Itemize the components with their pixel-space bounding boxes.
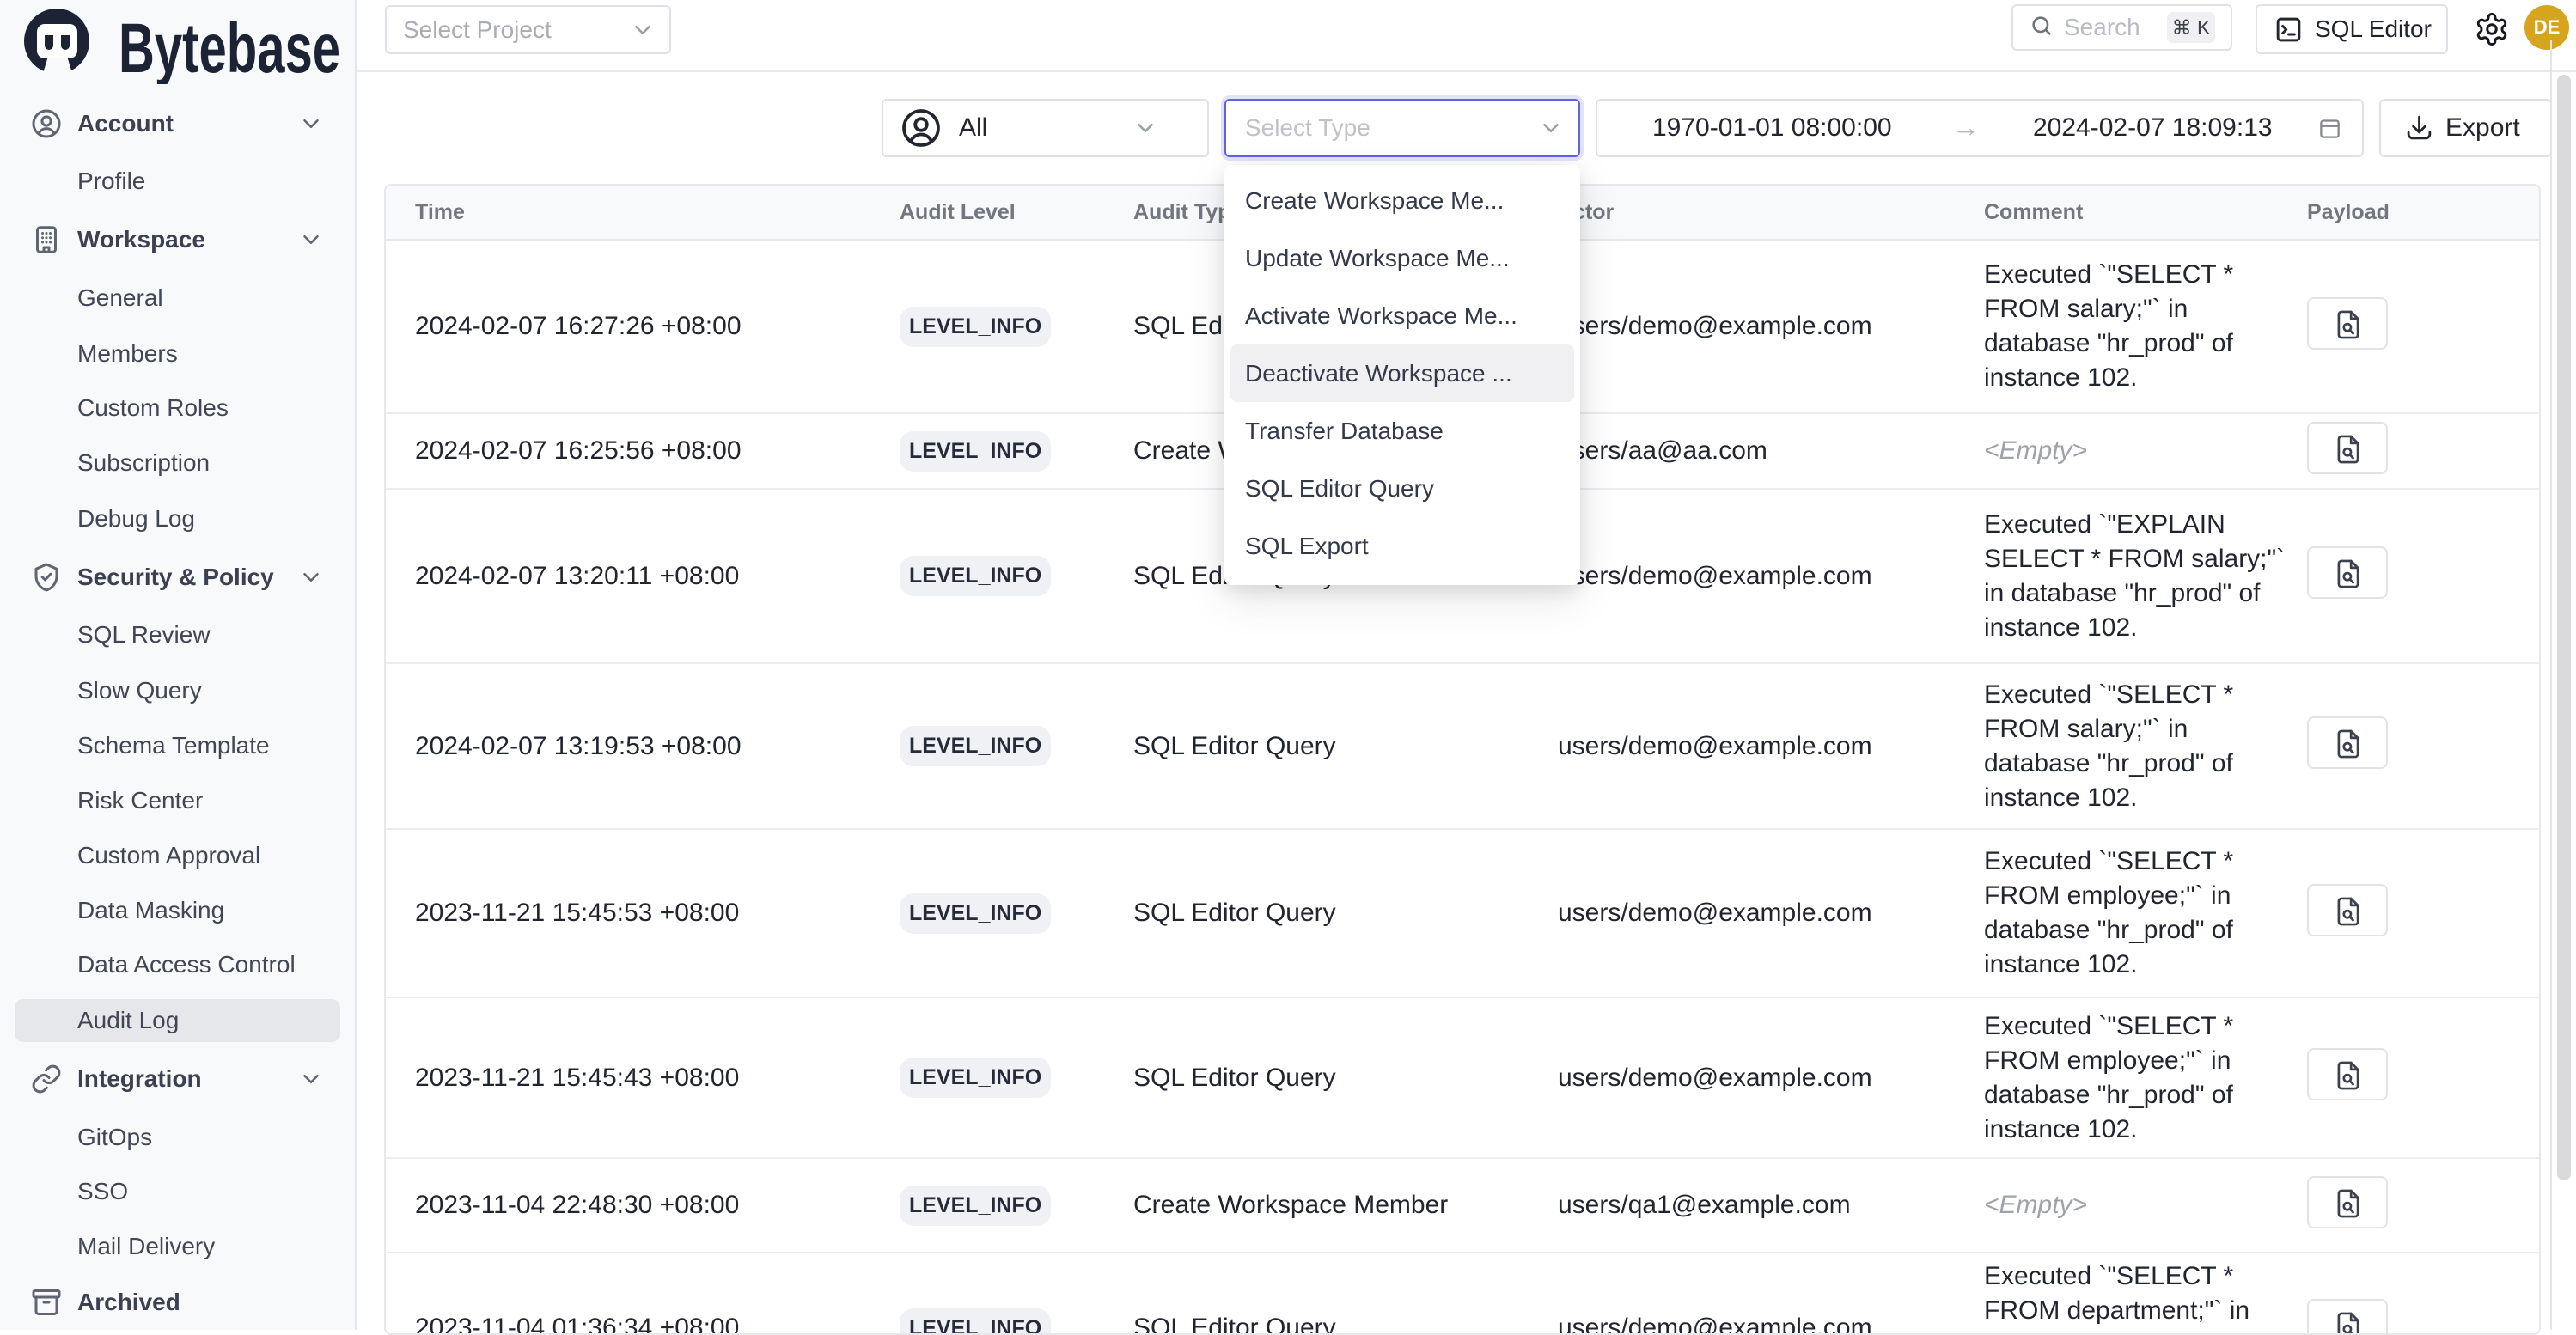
- svg-text:Bytebase: Bytebase: [119, 8, 340, 84]
